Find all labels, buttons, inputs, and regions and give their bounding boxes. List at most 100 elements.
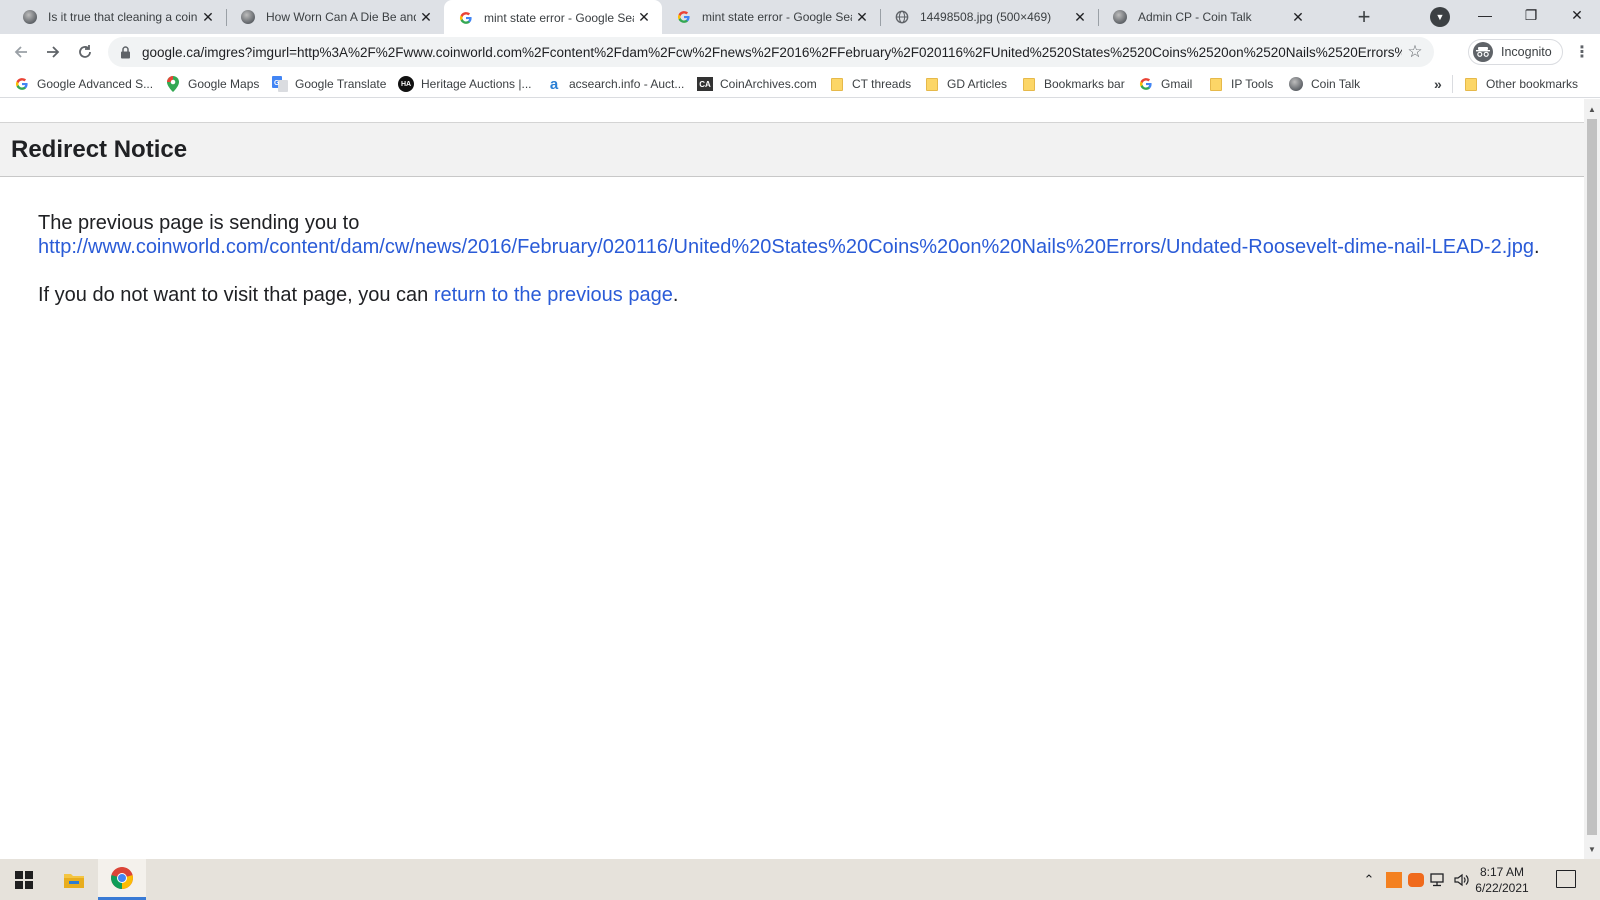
close-window-button[interactable]: ✕ [1554, 0, 1600, 30]
tray-fox-icon[interactable] [1406, 859, 1426, 900]
close-tab-icon[interactable]: ✕ [852, 7, 872, 27]
redirect-line-2: If you do not want to visit that page, y… [38, 283, 1568, 307]
tab-5[interactable]: 14498508.jpg (500×469) ✕ [880, 0, 1098, 34]
globe-icon [894, 9, 910, 25]
bookmark-label: GD Articles [947, 77, 1008, 91]
google-g-icon [1138, 76, 1154, 92]
coin-talk-favicon-icon [1112, 9, 1128, 25]
tab-title: mint state error - Google Sear [484, 10, 634, 25]
sending-text: The previous page is sending you to [38, 212, 360, 234]
close-tab-icon[interactable]: ✕ [634, 8, 654, 28]
other-bookmarks[interactable]: Other bookmarks [1463, 74, 1578, 94]
file-explorer-taskbar-button[interactable] [50, 859, 98, 900]
minimize-button[interactable]: — [1462, 0, 1508, 30]
address-bar[interactable]: google.ca/imgres?imgurl=http%3A%2F%2Fwww… [108, 37, 1434, 67]
tray-app-icon[interactable] [1384, 859, 1404, 900]
bookmark-folder-gd-articles[interactable]: GD Articles [924, 74, 1007, 94]
tab-title: mint state error - Google Sear [702, 10, 852, 24]
redirect-line-1: The previous page is sending you to http… [38, 211, 1568, 259]
forward-button[interactable] [40, 39, 66, 65]
chrome-icon [111, 867, 133, 889]
bookmarks-overflow-chevron-icon[interactable]: » [1434, 74, 1442, 94]
bookmark-star-icon[interactable]: ☆ [1402, 39, 1428, 65]
bookmark-label: Coin Talk [1311, 77, 1361, 91]
period: . [1533, 236, 1540, 258]
google-g-icon [14, 76, 30, 92]
bookmark-label: CoinArchives.com [720, 77, 817, 91]
windows-taskbar: ⌃ 8:17 AM 6/22/2021 [0, 859, 1600, 900]
network-icon[interactable] [1428, 859, 1448, 900]
bookmark-coinarchives[interactable]: CA CoinArchives.com [697, 74, 817, 94]
bookmark-label: Heritage Auctions |... [421, 77, 532, 91]
close-tab-icon[interactable]: ✕ [1288, 7, 1308, 27]
bookmark-coin-talk[interactable]: Coin Talk [1288, 74, 1360, 94]
bookmark-folder-ip-tools[interactable]: IP Tools [1208, 74, 1273, 94]
tab-2[interactable]: How Worn Can A Die Be and S ✕ [226, 0, 444, 34]
show-hidden-icons-chevron-icon[interactable]: ⌃ [1360, 859, 1378, 900]
bookmark-google-maps[interactable]: Google Maps [165, 74, 259, 94]
folder-icon [1463, 76, 1479, 92]
bookmarks-bar: Google Advanced S... Google Maps G Googl… [0, 70, 1600, 98]
redirect-target-link[interactable]: http://www.coinworld.com/content/dam/cw/… [38, 236, 1534, 258]
lock-icon[interactable] [118, 45, 132, 59]
reload-button[interactable] [72, 39, 98, 65]
restore-button[interactable]: ❐ [1508, 0, 1554, 30]
bookmark-label: IP Tools [1231, 77, 1274, 91]
clock-time: 8:17 AM [1479, 865, 1525, 879]
redirect-header: Redirect Notice [0, 123, 1584, 177]
tab-title: Is it true that cleaning a coin n [48, 10, 198, 24]
browser-menu-icon[interactable]: ⋮ [1572, 42, 1592, 62]
acsearch-icon: a [549, 75, 559, 93]
incognito-icon [1473, 42, 1493, 62]
scroll-down-arrow-icon[interactable]: ▼ [1584, 841, 1600, 857]
translate-icon: G [272, 76, 288, 92]
action-center-icon[interactable] [1556, 870, 1576, 888]
browser-toolbar: google.ca/imgres?imgurl=http%3A%2F%2Fwww… [0, 34, 1600, 70]
bookmark-label: Gmail [1161, 77, 1193, 91]
scrollbar-thumb[interactable] [1587, 119, 1597, 835]
bookmark-google-advanced-search[interactable]: Google Advanced S... [14, 74, 153, 94]
page-top-bar [0, 99, 1584, 123]
bookmark-label: Bookmarks bar [1044, 77, 1125, 91]
redirect-message: The previous page is sending you to http… [38, 211, 1568, 307]
tab-1[interactable]: Is it true that cleaning a coin n ✕ [8, 0, 226, 34]
close-tab-icon[interactable]: ✕ [198, 7, 218, 27]
url-text[interactable]: google.ca/imgres?imgurl=http%3A%2F%2Fwww… [142, 45, 1402, 60]
folder-explorer-icon [64, 873, 84, 888]
system-clock[interactable]: 8:17 AM 6/22/2021 [1472, 864, 1532, 896]
bookmark-acsearch[interactable]: a acsearch.info - Auct... [546, 74, 685, 94]
start-button[interactable] [0, 859, 48, 900]
clock-date: 6/22/2021 [1475, 881, 1529, 895]
tab-title: 14498508.jpg (500×469) [920, 10, 1052, 24]
vertical-scrollbar[interactable]: ▲ ▼ [1584, 99, 1600, 859]
tab-strip: Is it true that cleaning a coin n ✕ How … [0, 0, 1600, 35]
bookmark-heritage-auctions[interactable]: HA Heritage Auctions |... [398, 74, 532, 94]
coinarchives-icon: CA [697, 76, 713, 92]
bookmark-google-translate[interactable]: G Google Translate [272, 74, 386, 94]
svg-text:G: G [274, 80, 280, 87]
bookmark-label: acsearch.info - Auct... [569, 77, 685, 91]
back-button[interactable] [8, 39, 34, 65]
tab-3-active[interactable]: mint state error - Google Sear ✕ [444, 0, 662, 35]
return-previous-page-link[interactable]: return to the previous page [434, 284, 673, 306]
folder-icon [1208, 76, 1224, 92]
bookmark-folder-bookmarks-bar[interactable]: Bookmarks bar [1021, 74, 1125, 94]
new-tab-button[interactable]: + [1352, 4, 1376, 29]
tab-search-icon[interactable]: ▼ [1430, 7, 1450, 27]
incognito-indicator[interactable]: Incognito [1468, 39, 1563, 65]
tab-title: Admin CP - Coin Talk [1138, 10, 1252, 24]
bookmark-label: Google Advanced S... [37, 77, 154, 91]
chrome-taskbar-button[interactable] [98, 859, 146, 900]
tab-4[interactable]: mint state error - Google Sear ✕ [662, 0, 880, 34]
bookmark-folder-ct-threads[interactable]: CT threads [829, 74, 911, 94]
tab-6[interactable]: Admin CP - Coin Talk ✕ [1098, 0, 1316, 34]
bookmark-label: Google Maps [188, 77, 260, 91]
close-tab-icon[interactable]: ✕ [1070, 7, 1090, 27]
close-tab-icon[interactable]: ✕ [416, 7, 436, 27]
scroll-up-arrow-icon[interactable]: ▲ [1584, 101, 1600, 117]
bookmark-gmail[interactable]: Gmail [1138, 74, 1192, 94]
volume-icon[interactable] [1452, 859, 1472, 900]
other-bookmarks-label: Other bookmarks [1486, 77, 1579, 91]
bookmark-label: Google Translate [295, 77, 387, 91]
coin-talk-favicon-icon [240, 9, 256, 25]
